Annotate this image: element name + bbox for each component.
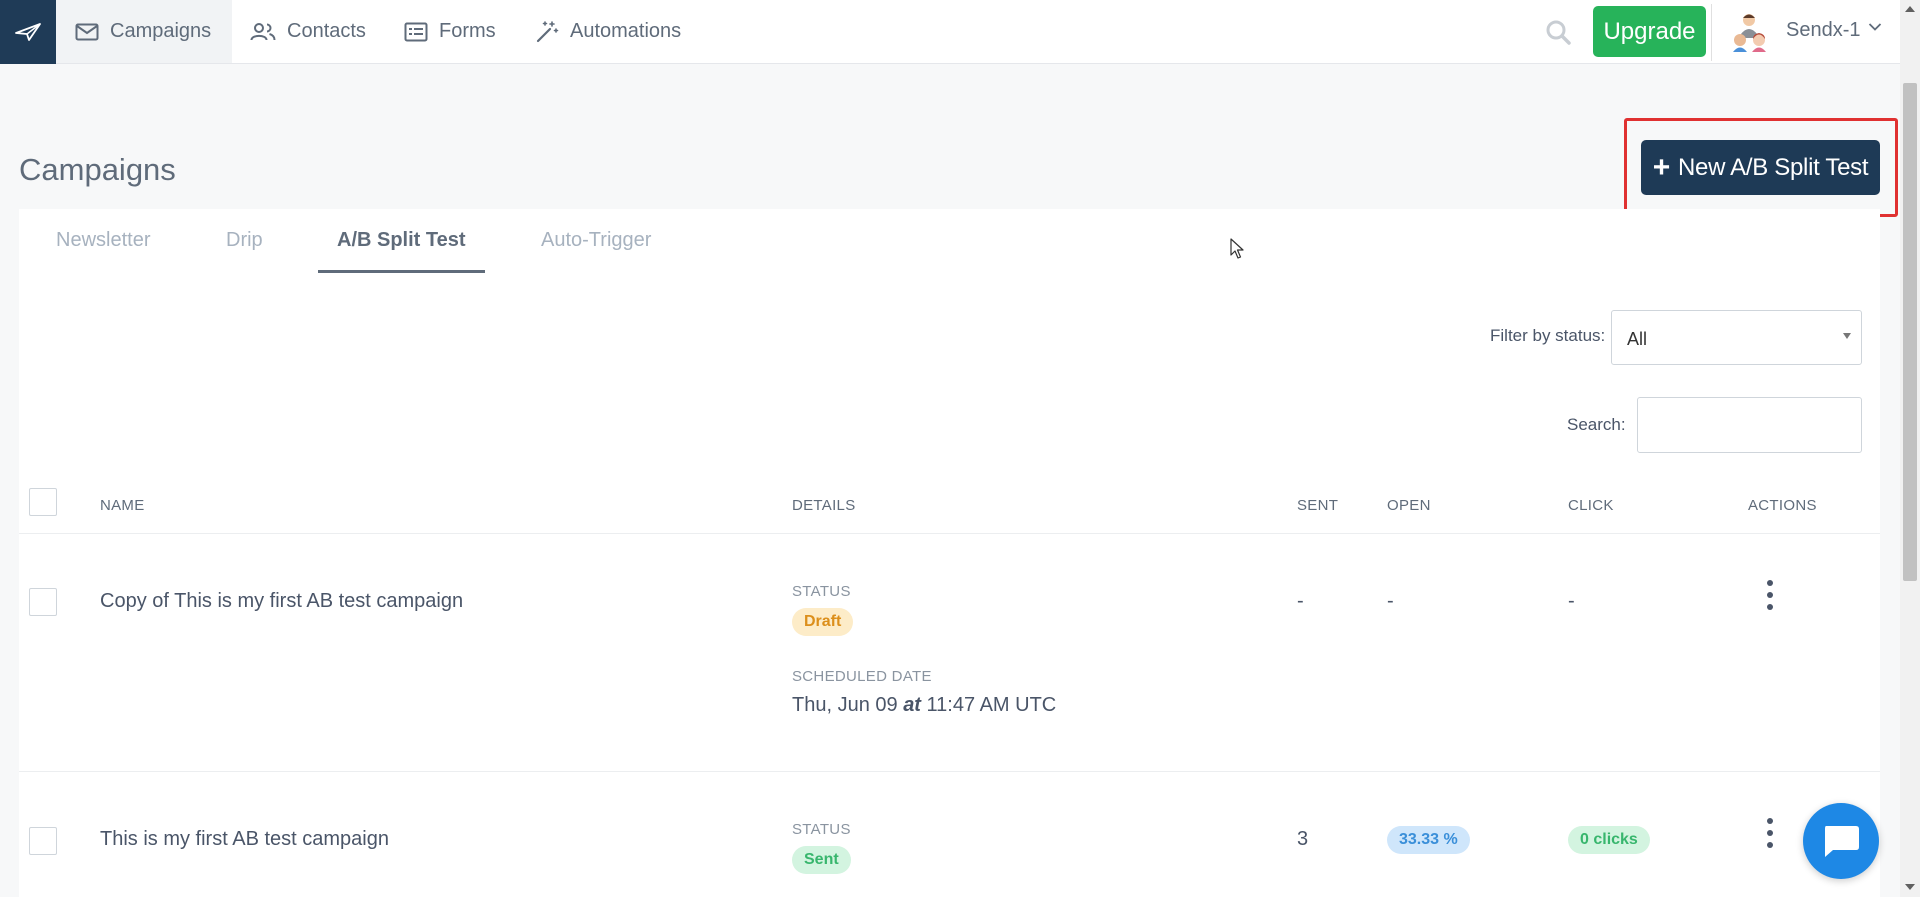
chat-bubble-icon xyxy=(1825,826,1859,857)
new-ab-split-test-button[interactable]: + New A/B Split Test xyxy=(1641,140,1880,195)
active-tab-indicator xyxy=(318,270,485,273)
campaign-name[interactable]: Copy of This is my first AB test campaig… xyxy=(100,590,463,613)
status-label: STATUS xyxy=(792,583,851,600)
envelope-icon xyxy=(75,23,99,40)
column-header-open: OPEN xyxy=(1387,497,1431,514)
mouse-cursor-icon xyxy=(1230,238,1244,259)
team-avatar-icon xyxy=(1733,14,1766,52)
kebab-dot xyxy=(1767,830,1773,836)
new-ab-split-test-label: New A/B Split Test xyxy=(1677,153,1869,181)
row-checkbox[interactable] xyxy=(29,588,57,616)
search-icon xyxy=(1546,20,1571,45)
upgrade-button[interactable]: Upgrade xyxy=(1593,6,1706,57)
nav-item-campaigns[interactable]: Campaigns xyxy=(56,0,232,63)
nav-item-contacts[interactable]: Contacts xyxy=(250,0,366,63)
plus-icon: + xyxy=(1652,150,1671,184)
click-count-badge: 0 clicks xyxy=(1568,826,1650,854)
kebab-dot xyxy=(1767,580,1773,586)
tab-drip[interactable]: Drip xyxy=(226,229,263,252)
nav-item-label: Contacts xyxy=(287,20,366,42)
top-navigation-bar: Campaigns Contacts Forms Automations Upg… xyxy=(0,0,1900,64)
filter-status-select[interactable] xyxy=(1611,310,1862,365)
global-search-button[interactable] xyxy=(1540,14,1576,50)
tab-newsletter[interactable]: Newsletter xyxy=(56,229,150,252)
row-divider xyxy=(19,771,1880,772)
select-all-checkbox[interactable] xyxy=(29,488,57,516)
kebab-dot xyxy=(1767,842,1773,848)
column-header-click: CLICK xyxy=(1568,497,1614,514)
nav-divider xyxy=(1711,4,1712,61)
kebab-dot xyxy=(1767,592,1773,598)
users-icon xyxy=(250,22,276,40)
page-title: Campaigns xyxy=(19,152,176,187)
live-chat-button[interactable] xyxy=(1803,803,1879,879)
nav-item-label: Forms xyxy=(439,20,496,42)
status-badge-sent: Sent xyxy=(792,846,851,874)
status-label: STATUS xyxy=(792,821,851,838)
sendx-logo[interactable] xyxy=(0,0,56,64)
kebab-dot xyxy=(1767,818,1773,824)
row-actions-menu[interactable] xyxy=(1760,818,1780,848)
column-header-name: NAME xyxy=(100,497,145,514)
open-rate-badge: 33.33 % xyxy=(1387,826,1470,854)
caret-down-icon xyxy=(1843,333,1851,339)
filter-status-value: All xyxy=(1627,329,1648,349)
kebab-dot xyxy=(1767,604,1773,610)
tab-auto-trigger[interactable]: Auto-Trigger xyxy=(541,229,651,252)
scroll-up-arrow[interactable] xyxy=(1905,6,1915,12)
campaigns-card xyxy=(19,209,1880,897)
form-icon xyxy=(404,22,428,41)
scheduled-date-value: Thu, Jun 09 at 11:47 AM UTC xyxy=(792,694,1056,717)
filter-by-status-label: Filter by status: xyxy=(1490,326,1606,345)
account-name[interactable]: Sendx-1 xyxy=(1786,19,1861,42)
chevron-down-icon[interactable] xyxy=(1868,22,1882,32)
search-label: Search: xyxy=(1567,415,1626,434)
nav-item-label: Automations xyxy=(570,20,682,42)
avatar[interactable] xyxy=(1728,10,1770,52)
scrollbar-thumb[interactable] xyxy=(1903,83,1917,581)
row-checkbox[interactable] xyxy=(29,827,57,855)
click-count: - xyxy=(1568,590,1575,612)
status-badge-draft: Draft xyxy=(792,608,854,636)
column-header-actions: ACTIONS xyxy=(1748,497,1817,514)
open-rate: - xyxy=(1387,590,1394,612)
nav-item-forms[interactable]: Forms xyxy=(404,0,496,63)
scroll-down-arrow[interactable] xyxy=(1905,884,1915,890)
nav-item-label: Campaigns xyxy=(110,20,212,42)
campaign-name[interactable]: This is my first AB test campaign xyxy=(100,828,389,851)
paper-plane-icon xyxy=(15,23,41,41)
scheduled-date: Thu, Jun 09 xyxy=(792,694,898,716)
sent-count: - xyxy=(1297,590,1304,612)
row-actions-menu[interactable] xyxy=(1760,580,1780,610)
scheduled-date-label: SCHEDULED DATE xyxy=(792,668,932,685)
magic-wand-icon xyxy=(536,20,559,42)
header-row-divider xyxy=(19,533,1880,534)
tab-ab-split-test[interactable]: A/B Split Test xyxy=(337,229,466,252)
nav-item-automations[interactable]: Automations xyxy=(535,0,681,63)
column-header-details: DETAILS xyxy=(792,497,856,514)
sent-count: 3 xyxy=(1297,828,1309,850)
scheduled-at: at xyxy=(903,694,921,716)
table-search-input[interactable] xyxy=(1637,397,1862,453)
column-header-sent: SENT xyxy=(1297,497,1339,514)
scheduled-time: 11:47 AM UTC xyxy=(926,694,1057,716)
